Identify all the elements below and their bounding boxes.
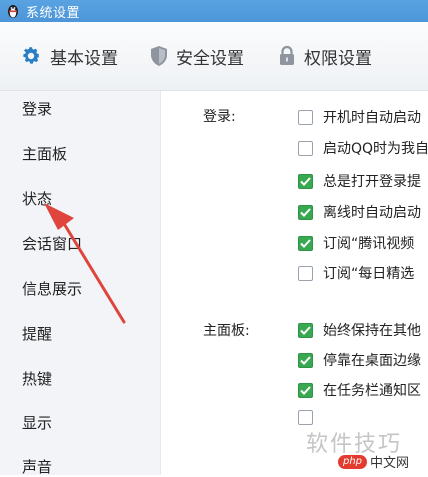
sidebar-item-login[interactable]: 登录 bbox=[22, 98, 52, 119]
option-label: 总是打开登录提 bbox=[323, 174, 421, 190]
option-partial[interactable] bbox=[298, 410, 323, 425]
sidebar-item-chat-window[interactable]: 会话窗口 bbox=[22, 233, 82, 254]
title-bar: 系统设置 bbox=[0, 0, 428, 22]
tab-security-label: 安全设置 bbox=[176, 48, 244, 69]
checkbox[interactable] bbox=[298, 109, 313, 125]
sidebar-item-display[interactable]: 显示 bbox=[22, 412, 52, 433]
option-open-login-tip[interactable]: 总是打开登录提 bbox=[298, 171, 421, 191]
checkbox[interactable] bbox=[298, 265, 313, 281]
option-label: 订阅“每日精选 bbox=[323, 266, 415, 282]
check-icon bbox=[300, 355, 311, 365]
check-icon bbox=[300, 385, 311, 395]
option-start-qq[interactable]: 启动QQ时为我自 bbox=[298, 138, 428, 158]
shield-icon bbox=[150, 45, 168, 67]
watermark-badge: php 中文网 bbox=[338, 452, 409, 471]
sidebar-item-sound[interactable]: 声音 bbox=[22, 456, 52, 477]
option-offline-auto-start[interactable]: 离线时自动启动 bbox=[298, 202, 421, 222]
checkbox-checked[interactable] bbox=[298, 204, 313, 220]
qq-penguin-icon bbox=[6, 3, 20, 19]
sidebar-item-info-display[interactable]: 信息展示 bbox=[22, 278, 82, 299]
option-label: 开机时自动启动 bbox=[323, 110, 421, 126]
option-label: 始终保持在其他 bbox=[323, 323, 421, 339]
sidebar-item-hotkey[interactable]: 热键 bbox=[22, 368, 52, 389]
option-dock-edge[interactable]: 停靠在桌面边缘 bbox=[298, 350, 421, 370]
check-icon bbox=[300, 325, 311, 335]
settings-tab-bar: 基本设置 安全设置 权限设置 bbox=[0, 22, 428, 91]
sidebar-item-mainpanel[interactable]: 主面板 bbox=[22, 143, 67, 164]
option-subscribe-tencent-video[interactable]: 订阅“腾讯视频 bbox=[298, 233, 414, 253]
check-icon bbox=[300, 176, 311, 186]
login-section-label: 登录: bbox=[203, 109, 236, 125]
tab-permission-label: 权限设置 bbox=[304, 48, 372, 69]
checkbox-checked[interactable] bbox=[298, 235, 313, 251]
lock-icon bbox=[278, 45, 296, 67]
checkbox-checked[interactable] bbox=[298, 352, 313, 368]
option-label: 停靠在桌面边缘 bbox=[323, 353, 421, 369]
checkbox[interactable] bbox=[298, 140, 313, 156]
tab-security-settings[interactable]: 安全设置 bbox=[150, 36, 244, 76]
settings-sidebar: 登录 主面板 状态 会话窗口 信息展示 提醒 热键 显示 声音 bbox=[0, 91, 161, 477]
checkbox-checked[interactable] bbox=[298, 173, 313, 189]
check-icon bbox=[300, 238, 311, 248]
option-subscribe-daily[interactable]: 订阅“每日精选 bbox=[298, 263, 414, 283]
gear-icon bbox=[20, 45, 42, 67]
checkbox-checked[interactable] bbox=[298, 382, 313, 398]
watermark-site: 中文网 bbox=[370, 456, 410, 471]
option-label: 启动QQ时为我自 bbox=[323, 141, 428, 157]
mainpanel-section-label: 主面板: bbox=[203, 323, 250, 339]
tab-basic-settings[interactable]: 基本设置 bbox=[20, 36, 118, 76]
check-icon bbox=[300, 207, 311, 217]
option-taskbar-notify[interactable]: 在任务栏通知区 bbox=[298, 380, 421, 400]
option-auto-start[interactable]: 开机时自动启动 bbox=[298, 107, 421, 127]
window-title: 系统设置 bbox=[26, 5, 81, 21]
php-logo: php bbox=[338, 454, 368, 469]
option-label: 离线时自动启动 bbox=[323, 205, 421, 221]
option-label: 订阅“腾讯视频 bbox=[323, 236, 415, 252]
option-always-on-top[interactable]: 始终保持在其他 bbox=[298, 320, 421, 340]
sidebar-item-reminder[interactable]: 提醒 bbox=[22, 323, 52, 344]
checkbox-checked[interactable] bbox=[298, 322, 313, 338]
checkbox[interactable] bbox=[298, 410, 313, 425]
option-label: 在任务栏通知区 bbox=[323, 383, 421, 399]
tab-basic-label: 基本设置 bbox=[50, 48, 118, 69]
tab-permission-settings[interactable]: 权限设置 bbox=[278, 36, 372, 76]
settings-content: 登录: 开机时自动启动 启动QQ时为我自 总是打开登录提 离线时自动启动 订阅“… bbox=[161, 91, 428, 475]
sidebar-item-status[interactable]: 状态 bbox=[22, 188, 52, 209]
